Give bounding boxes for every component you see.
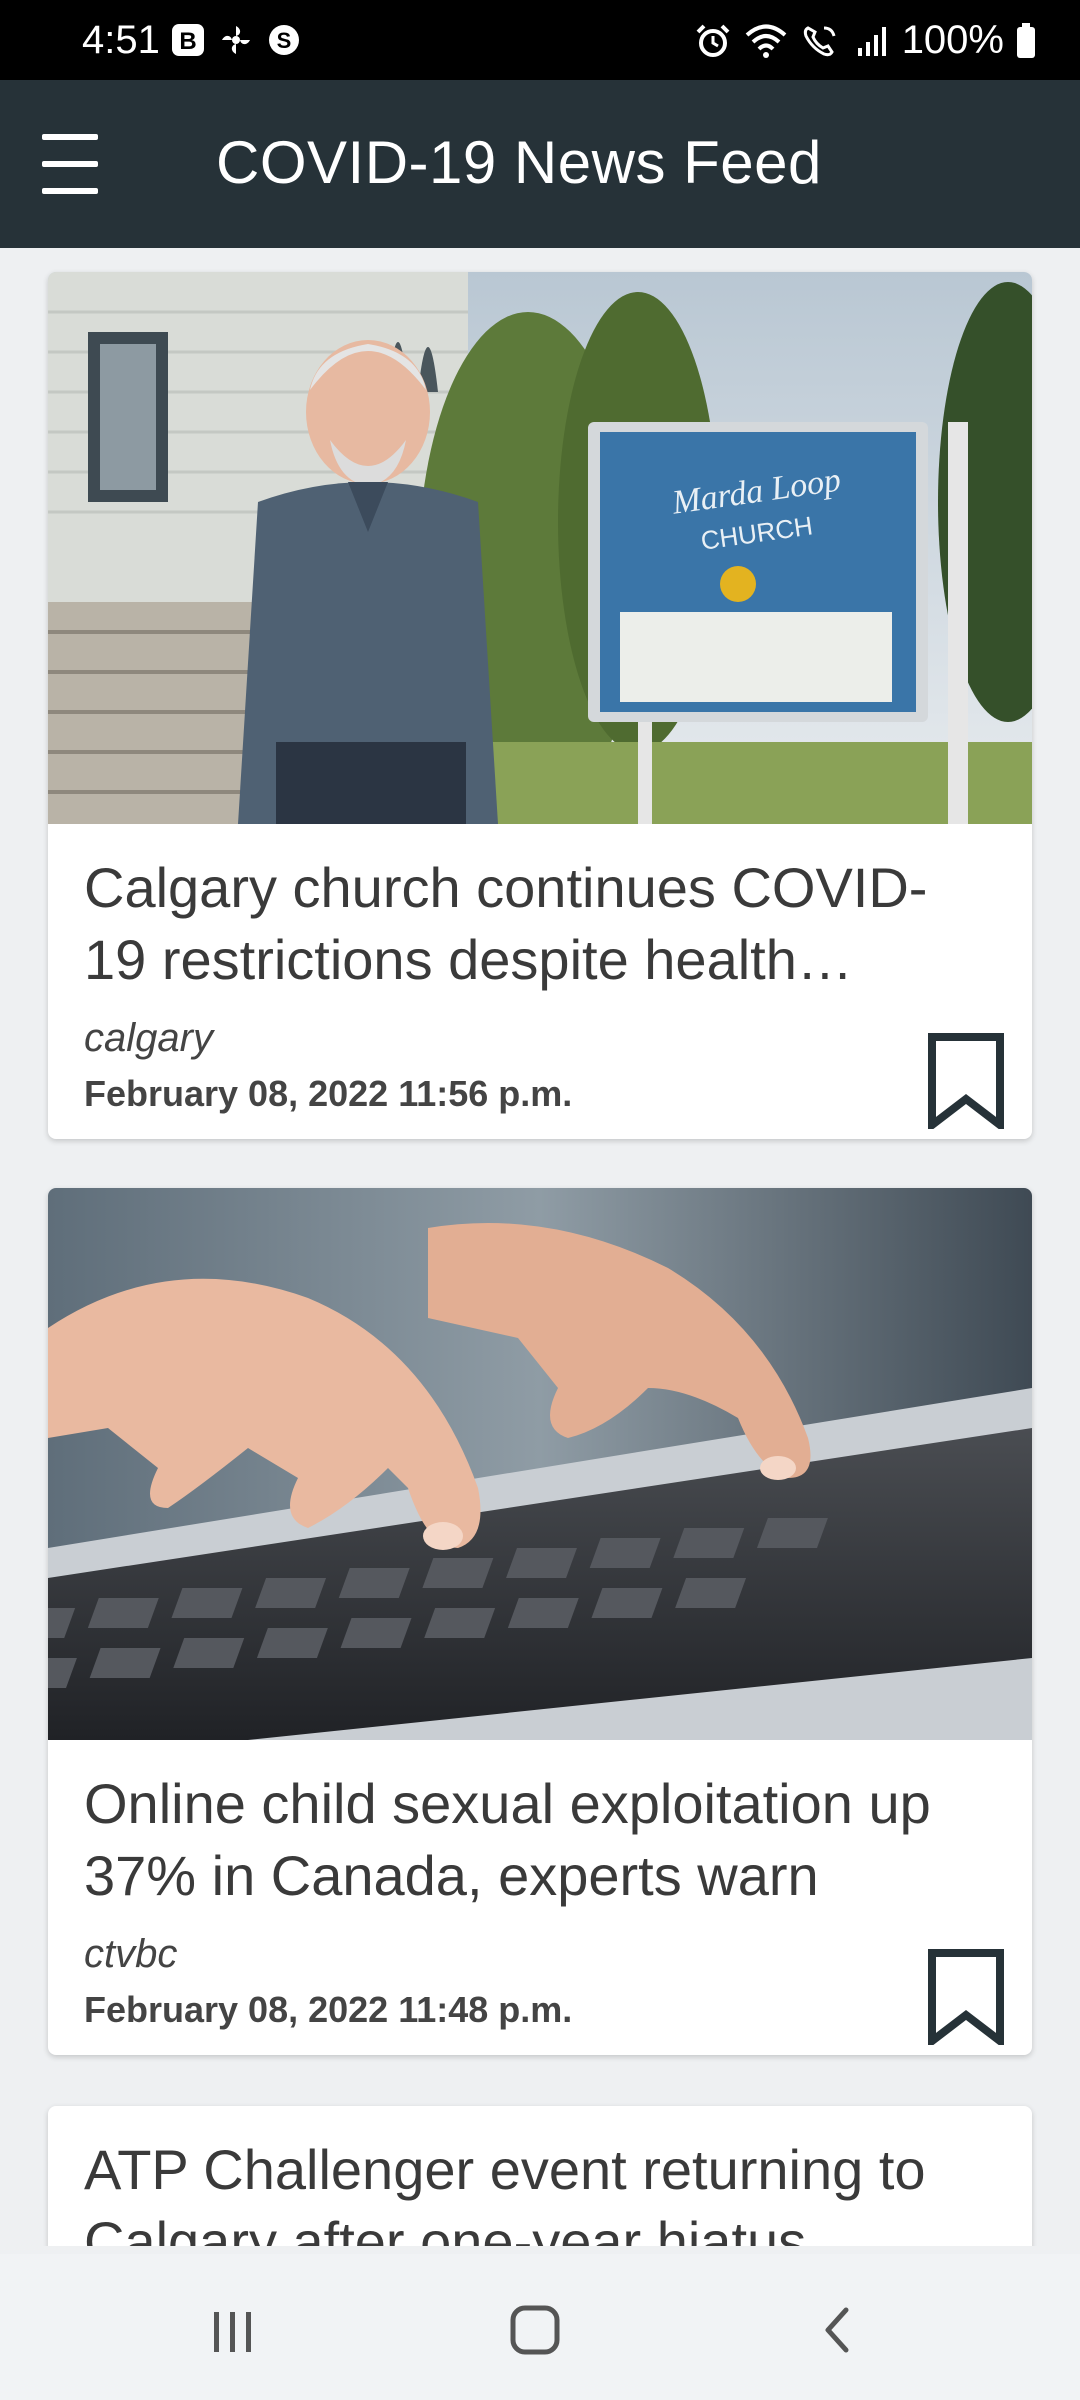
article-date: February 08, 2022 11:48 p.m. xyxy=(84,1989,573,2030)
status-left-icons: B S xyxy=(170,22,302,58)
news-card[interactable]: Marda Loop CHURCH Calgary church continu… xyxy=(48,272,1032,1139)
s-badge-icon: S xyxy=(266,22,302,58)
card-body: ATP Challenger event returning to Calgar… xyxy=(48,2106,1032,2246)
app-title: COVID-19 News Feed xyxy=(216,129,822,196)
hamburger-menu-icon[interactable] xyxy=(42,134,128,194)
article-headline[interactable]: Calgary church continues COVID-19 restri… xyxy=(84,852,984,996)
card-body: Calgary church continues COVID-19 restri… xyxy=(48,824,1032,1139)
article-image[interactable] xyxy=(48,1188,1032,1740)
alarm-icon xyxy=(696,24,730,57)
article-date: February 08, 2022 11:56 p.m. xyxy=(84,1073,573,1114)
article-headline[interactable]: ATP Challenger event returning to Calgar… xyxy=(84,2134,984,2246)
status-time: 4:51 xyxy=(82,18,160,62)
signal-icon xyxy=(857,26,886,56)
article-image[interactable]: Marda Loop CHURCH xyxy=(48,272,1032,824)
svg-text:B: B xyxy=(179,28,196,55)
news-card[interactable]: Online child sexual exploitation up 37% … xyxy=(48,1188,1032,2055)
battery-icon xyxy=(1017,22,1035,58)
system-nav-bar xyxy=(0,2254,1080,2400)
news-feed[interactable]: Marda Loop CHURCH Calgary church continu… xyxy=(0,248,1080,2246)
home-icon[interactable] xyxy=(495,2290,575,2370)
article-source: calgary xyxy=(84,1016,213,1060)
back-icon[interactable] xyxy=(798,2290,878,2370)
status-right: 100% xyxy=(694,18,1036,63)
app-bar: COVID-19 News Feed xyxy=(0,80,1080,248)
recents-icon[interactable] xyxy=(192,2290,272,2370)
b-badge-icon: B xyxy=(170,22,206,58)
bookmark-outline-icon[interactable] xyxy=(926,1949,1006,2050)
wifi-icon xyxy=(745,24,787,58)
article-headline[interactable]: Online child sexual exploitation up 37% … xyxy=(84,1768,984,1912)
card-body: Online child sexual exploitation up 37% … xyxy=(48,1740,1032,2055)
fan-icon xyxy=(218,22,254,58)
news-card[interactable]: ATP Challenger event returning to Calgar… xyxy=(48,2106,1032,2246)
battery-percent: 100% xyxy=(901,18,1004,62)
volte-call-icon xyxy=(803,25,836,56)
bookmark-outline-icon[interactable] xyxy=(926,1033,1006,1134)
svg-text:S: S xyxy=(277,28,292,53)
status-bar: 4:51 B S 100% xyxy=(0,0,1080,80)
article-source: ctvbc xyxy=(84,1932,178,1976)
